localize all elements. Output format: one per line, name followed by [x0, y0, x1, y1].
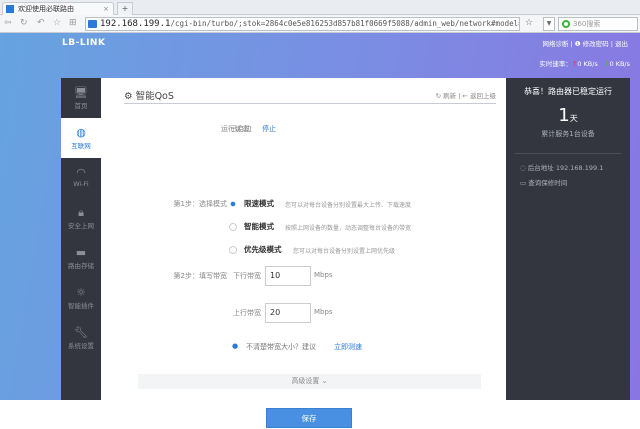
logout-link[interactable]: 退出: [615, 40, 628, 48]
step2-label: 第2步：填写带宽: [173, 272, 227, 280]
dropdown-icon[interactable]: ▼: [543, 17, 555, 31]
router-page: LB-LINK 网络诊断 | ❶ 修改密码 | 退出 实时速率：↑0 KB/s …: [0, 33, 640, 428]
status-value: 已启动: [230, 125, 251, 133]
save-button[interactable]: 保存: [266, 408, 352, 428]
radio-smart-mode[interactable]: [229, 223, 237, 231]
close-tab-icon[interactable]: ×: [103, 3, 109, 15]
sidebar-item-storage[interactable]: ▬ 路由存储: [61, 238, 101, 278]
mode-name: 限速模式: [244, 199, 274, 208]
refresh-icon[interactable]: ↻: [436, 92, 441, 100]
top-links: 网络诊断 | ❶ 修改密码 | 退出: [542, 40, 628, 48]
sidebar: 🖥︎ 首页 ◍ 互联网 ◠ Wi-Fi 🔒︎ 安全上网 ▬ 路由存储 ☼ 智能插件 🔧︎ 系统…: [61, 78, 101, 400]
upload-speed: 0 KB/s: [577, 60, 598, 68]
uptime-days: 1: [558, 105, 570, 126]
step1-label: 第1步：选择模式: [173, 200, 227, 208]
download-speed: 0 KB/s: [609, 60, 631, 68]
sidebar-item-settings[interactable]: 🔧︎ 系统设置: [61, 318, 101, 358]
status-title: 恭喜！路由器已稳定运行: [524, 87, 612, 96]
stop-link[interactable]: 停止: [262, 124, 276, 134]
mode-name: 智能模式: [244, 222, 274, 231]
browser-tab[interactable]: 欢迎使用必联路由 ×: [2, 2, 114, 15]
sidebar-label: 安全上网: [68, 222, 94, 230]
sidebar-item-plugins[interactable]: ☼ 智能插件: [61, 278, 101, 318]
page-title: 智能QoS: [135, 91, 174, 102]
network-diagnose-link[interactable]: 网络诊断: [542, 40, 568, 48]
favorite-star-icon[interactable]: ☆: [525, 18, 533, 28]
warranty-link[interactable]: 查询保修时间: [528, 179, 567, 187]
sidebar-item-wifi[interactable]: ◠ Wi-Fi: [61, 158, 101, 198]
mode-desc: 按照上网设备的数量，动态调整每台设备的带宽: [285, 225, 412, 232]
devices-served: 累计服务1台设备: [541, 130, 595, 138]
mode-name: 优先级模式: [244, 245, 282, 254]
folder-icon: ▬: [75, 246, 87, 259]
advanced-label: 高级设置: [291, 377, 320, 385]
logo: LB-LINK: [62, 38, 106, 48]
sidebar-label: 互联网: [71, 142, 91, 150]
download-unit: Mbps: [314, 271, 333, 279]
mode-desc: 您可以对每台设备分别设置上网优先级: [293, 248, 396, 255]
upload-bandwidth-label: 上行带宽: [233, 309, 261, 317]
download-bandwidth-label: 下行带宽: [233, 272, 261, 280]
uptime-unit: 天: [569, 114, 578, 123]
reload-icon[interactable]: ↻: [20, 18, 28, 28]
undo-icon[interactable]: ↶: [37, 18, 45, 28]
grid-icon[interactable]: ⊞: [69, 18, 77, 28]
sidebar-label: 首页: [74, 102, 88, 110]
favicon-icon: [6, 5, 14, 13]
sidebar-item-security[interactable]: 🔒︎ 安全上网: [61, 198, 101, 238]
back-arrow-icon[interactable]: ←: [462, 92, 467, 100]
realtime-speed: 实时速率：↑0 KB/s ↓0 KB/s: [539, 58, 630, 68]
new-tab-button[interactable]: +: [117, 2, 133, 15]
change-password-link[interactable]: 修改密码: [583, 40, 609, 48]
panel-header: ⚙ 智能QoS ↻ 刷新 | ← 返回上级: [124, 88, 496, 104]
wifi-icon: ◠: [76, 166, 86, 179]
chevron-down-icon: ⌄: [321, 377, 328, 385]
back-icon[interactable]: ⇦: [4, 18, 12, 28]
globe-icon: ◌: [520, 164, 526, 172]
star-icon[interactable]: ☆: [53, 18, 61, 28]
info-icon: ❶: [574, 40, 581, 48]
gear-icon: ⚙: [124, 91, 133, 102]
sidebar-label: 系统设置: [68, 342, 94, 350]
tab-title: 欢迎使用必联路由: [18, 5, 74, 13]
radio-limit-mode[interactable]: [229, 200, 237, 208]
advanced-settings-toggle[interactable]: 高级设置 ⌄: [138, 374, 481, 389]
card-icon: ▭: [520, 179, 527, 187]
360-logo-icon: [562, 20, 570, 28]
status-panel: 恭喜！路由器已稳定运行 1天 累计服务1台设备 ◌ 后台地址 192.168.1…: [506, 78, 630, 400]
refresh-link[interactable]: 刷新: [443, 92, 456, 100]
url-host: 192.168.199.1: [100, 19, 171, 29]
speedtest-link[interactable]: 立即测速: [334, 342, 362, 352]
mode-desc: 您可以对每台设备分别设置最大上传、下载速度: [285, 202, 412, 209]
back-link[interactable]: 返回上级: [470, 92, 496, 100]
address-bar-row: ⇦ ↻ ↶ ☆ ⊞ 192.168.199.1/cgi-bin/turbo/;s…: [0, 15, 640, 33]
sidebar-item-internet[interactable]: ◍ 互联网: [61, 118, 101, 158]
shield-icon: [88, 20, 97, 28]
globe-icon: ◍: [76, 126, 86, 139]
sidebar-item-home[interactable]: 🖥︎ 首页: [61, 78, 101, 118]
info-icon: ●: [232, 342, 239, 350]
monitor-icon: 🖥︎: [74, 86, 88, 99]
browser-tab-bar: 欢迎使用必联路由 × +: [0, 0, 640, 15]
sun-icon: ☼: [76, 286, 86, 299]
lock-icon: 🔒︎: [78, 206, 84, 219]
wrench-icon: 🔧︎: [74, 326, 88, 339]
download-bandwidth-input[interactable]: 10: [265, 266, 311, 286]
url-path: /cgi-bin/turbo/;stok=2864c0e5e816253d857…: [170, 19, 520, 28]
search-input[interactable]: 360搜索: [558, 17, 638, 31]
hint-text: 不清楚带宽大小？建议: [246, 343, 316, 351]
search-placeholder: 360搜索: [573, 20, 601, 28]
upload-bandwidth-input[interactable]: 20: [265, 303, 311, 323]
sidebar-label: 路由存储: [68, 262, 94, 270]
radio-priority-mode[interactable]: [229, 246, 237, 254]
sidebar-label: 智能插件: [68, 302, 94, 310]
speed-label: 实时速率：: [539, 60, 572, 68]
upload-unit: Mbps: [314, 308, 333, 316]
admin-address: 后台地址 192.168.199.1: [527, 164, 604, 172]
main-panel: ⚙ 智能QoS ↻ 刷新 | ← 返回上级 运行状态： 已启动 停止 第1步：选…: [101, 78, 506, 428]
sidebar-label: Wi-Fi: [73, 180, 89, 188]
url-input[interactable]: 192.168.199.1/cgi-bin/turbo/;stok=2864c0…: [85, 17, 520, 31]
